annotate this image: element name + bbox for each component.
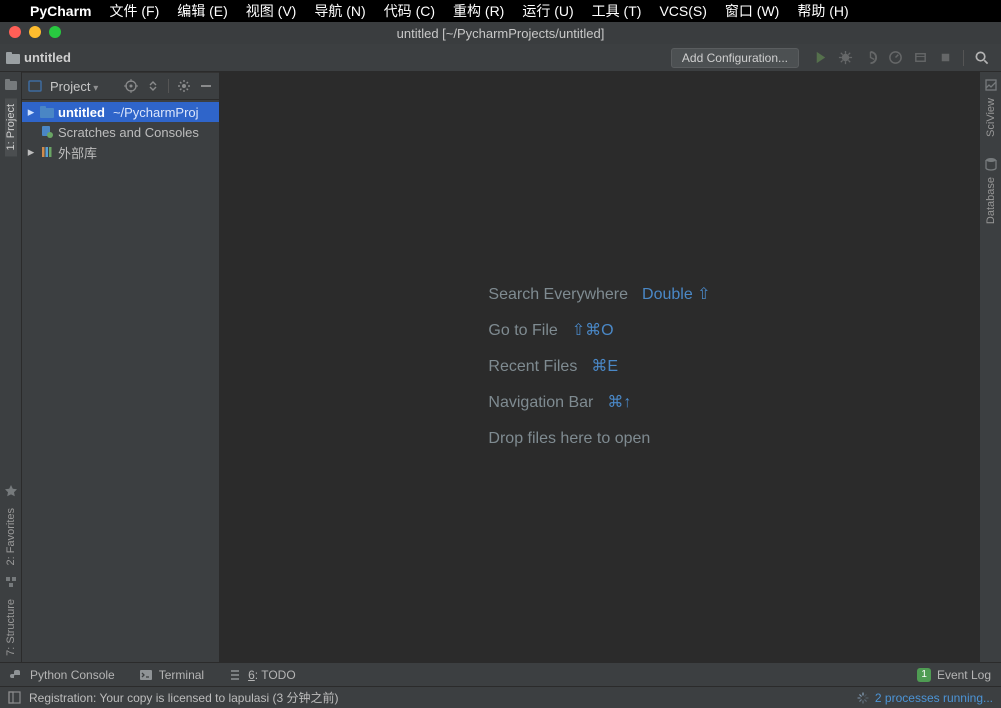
menu-view[interactable]: 视图 (V) xyxy=(246,1,297,21)
expand-arrow-icon[interactable]: ▸ xyxy=(26,104,36,120)
hint-gotofile-shortcut: ⇧⌘O xyxy=(572,313,614,349)
folder-icon xyxy=(6,52,20,64)
add-configuration-button[interactable]: Add Configuration... xyxy=(671,48,799,68)
window-close-icon[interactable] xyxy=(9,26,21,38)
hint-gotofile-label: Go to File xyxy=(488,313,557,349)
profile-icon[interactable] xyxy=(888,50,903,65)
coverage-icon[interactable] xyxy=(863,50,878,65)
status-bar: Registration: Your copy is licensed to l… xyxy=(0,686,1001,708)
tree-root[interactable]: ▸ untitled ~/PycharmProj xyxy=(22,102,219,122)
navigation-toolbar: untitled Add Configuration... xyxy=(0,44,1001,72)
app-name[interactable]: PyCharm xyxy=(30,3,91,19)
project-toolwindow-header: Project ▾ xyxy=(22,72,219,100)
left-toolwindow-stripe: 1: Project 2: Favorites 7: Structure xyxy=(0,72,22,662)
project-tree[interactable]: ▸ untitled ~/PycharmProj Scratches and C… xyxy=(22,100,219,164)
tree-external-libs-label: 外部库 xyxy=(58,143,97,162)
breadcrumb-project: untitled xyxy=(24,50,71,65)
right-toolwindow-stripe: SciView Database xyxy=(979,72,1001,662)
breadcrumb[interactable]: untitled xyxy=(6,50,71,65)
tree-root-name: untitled xyxy=(58,105,105,120)
gear-icon[interactable] xyxy=(177,79,191,93)
sciview-icon xyxy=(984,78,998,92)
run-icon[interactable] xyxy=(813,50,828,65)
toolwindows-toggle-icon[interactable] xyxy=(8,691,21,704)
hint-navbar-shortcut: ⌘↑ xyxy=(607,385,631,421)
expand-all-icon[interactable] xyxy=(146,79,160,93)
tree-root-path: ~/PycharmProj xyxy=(113,105,199,120)
event-log-badge: 1 xyxy=(917,668,931,682)
debug-icon[interactable] xyxy=(838,50,853,65)
mac-menubar: PyCharm 文件 (F) 编辑 (E) 视图 (V) 导航 (N) 代码 (… xyxy=(0,0,1001,22)
menu-edit[interactable]: 编辑 (E) xyxy=(177,1,228,21)
list-icon xyxy=(228,668,242,682)
python-icon xyxy=(10,668,24,682)
hide-icon[interactable] xyxy=(199,79,213,93)
menu-file[interactable]: 文件 (F) xyxy=(109,1,159,21)
window-title: untitled [~/PycharmProjects/untitled] xyxy=(397,26,605,41)
toolwindow-structure-tab[interactable]: 7: Structure xyxy=(5,593,17,662)
hint-dropfiles-label: Drop files here to open xyxy=(488,421,650,457)
stop-icon[interactable] xyxy=(938,50,953,65)
project-toolwindow-icon xyxy=(4,78,18,92)
terminal-icon xyxy=(139,668,153,682)
toolwindow-eventlog-tab[interactable]: 1 Event Log xyxy=(917,668,991,682)
window-zoom-icon[interactable] xyxy=(49,26,61,38)
tree-external-libs[interactable]: ▸ 外部库 xyxy=(22,142,219,162)
editor-hints: Search Everywhere Double ⇧ Go to File ⇧⌘… xyxy=(488,277,710,457)
window-minimize-icon[interactable] xyxy=(29,26,41,38)
toolwindow-python-console-tab[interactable]: Python Console xyxy=(10,668,115,682)
search-everywhere-icon[interactable] xyxy=(974,50,989,65)
toolwindow-sciview-tab[interactable]: SciView xyxy=(985,92,997,143)
scratches-icon xyxy=(40,125,54,139)
editor-empty-state[interactable]: Search Everywhere Double ⇧ Go to File ⇧⌘… xyxy=(220,72,979,662)
menu-refactor[interactable]: 重构 (R) xyxy=(453,1,504,21)
menu-code[interactable]: 代码 (C) xyxy=(384,1,435,21)
structure-icon xyxy=(4,575,18,589)
background-processes[interactable]: 2 processes running... xyxy=(857,691,993,705)
menu-window[interactable]: 窗口 (W) xyxy=(725,1,779,21)
toolwindow-favorites-tab[interactable]: 2: Favorites xyxy=(5,502,17,571)
libraries-icon xyxy=(40,145,54,159)
database-icon xyxy=(984,157,998,171)
menu-run[interactable]: 运行 (U) xyxy=(522,1,573,21)
expand-arrow-icon[interactable]: ▸ xyxy=(26,144,36,160)
menu-vcs[interactable]: VCS(S) xyxy=(659,3,706,19)
hint-search-shortcut: Double ⇧ xyxy=(642,277,711,313)
project-view-icon xyxy=(28,79,42,93)
project-view-dropdown[interactable]: Project ▾ xyxy=(50,79,98,94)
project-toolwindow: Project ▾ ▸ untitled ~/PycharmProj Scrat… xyxy=(22,72,220,662)
toolwindow-todo-tab[interactable]: 6: TODO xyxy=(228,668,296,682)
tree-scratches-label: Scratches and Consoles xyxy=(58,125,199,140)
menu-tools[interactable]: 工具 (T) xyxy=(592,1,642,21)
status-message: Registration: Your copy is licensed to l… xyxy=(29,689,338,706)
window-titlebar: untitled [~/PycharmProjects/untitled] xyxy=(0,22,1001,44)
toolwindow-terminal-tab[interactable]: Terminal xyxy=(139,668,204,682)
locate-icon[interactable] xyxy=(124,79,138,93)
tree-scratches[interactable]: Scratches and Consoles xyxy=(22,122,219,142)
spinner-icon xyxy=(857,692,869,704)
hint-recent-label: Recent Files xyxy=(488,349,577,385)
attach-icon[interactable] xyxy=(913,50,928,65)
hint-recent-shortcut: ⌘E xyxy=(591,349,618,385)
favorites-star-icon xyxy=(4,484,18,498)
bottom-toolwindow-stripe: Python Console Terminal 6: TODO 1 Event … xyxy=(0,662,1001,686)
toolwindow-project-tab[interactable]: 1: Project xyxy=(5,98,17,156)
hint-search-label: Search Everywhere xyxy=(488,277,628,313)
toolwindow-database-tab[interactable]: Database xyxy=(985,171,997,230)
folder-icon xyxy=(40,105,54,119)
menu-navigate[interactable]: 导航 (N) xyxy=(314,1,365,21)
menu-help[interactable]: 帮助 (H) xyxy=(797,1,848,21)
hint-navbar-label: Navigation Bar xyxy=(488,385,593,421)
